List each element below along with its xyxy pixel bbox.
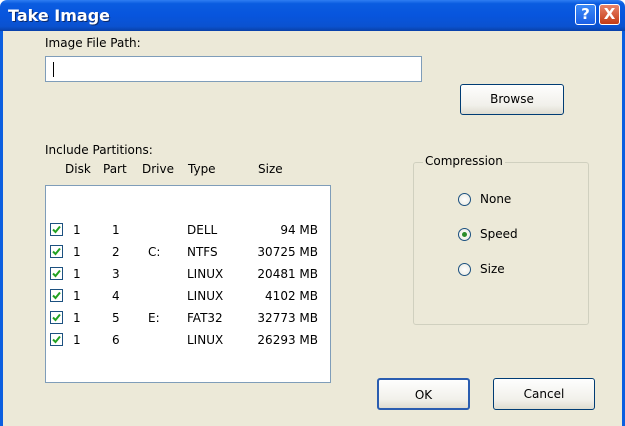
partition-size: 30725 MB <box>257 245 318 259</box>
cancel-button[interactable]: Cancel <box>493 378 595 410</box>
partition-row[interactable]: 1 1 DELL 94 MB <box>46 221 330 241</box>
partition-checkbox[interactable] <box>50 223 63 236</box>
image-path-input[interactable] <box>45 56 422 82</box>
partition-checkbox[interactable] <box>50 333 63 346</box>
take-image-dialog: Take Image ? X Image File Path: Browse I… <box>0 0 625 426</box>
include-partitions-label: Include Partitions: <box>45 143 153 157</box>
partition-disk: 1 <box>73 267 81 281</box>
checkmark-icon <box>52 291 61 300</box>
partition-part: 1 <box>112 223 120 237</box>
partition-type: DELL <box>187 223 218 237</box>
partition-row[interactable]: 1 6 LINUX 26293 MB <box>46 331 330 351</box>
radio-button-speed[interactable] <box>458 228 471 241</box>
checkmark-icon <box>52 313 61 322</box>
partition-type: FAT32 <box>187 311 223 325</box>
partition-checkbox[interactable] <box>50 267 63 280</box>
compression-group: Compression None Speed Size <box>413 154 589 325</box>
title-bar: Take Image ? X <box>0 0 625 31</box>
checkmark-icon <box>52 335 61 344</box>
column-header-drive: Drive <box>142 162 174 176</box>
partition-type: LINUX <box>187 267 224 281</box>
image-path-label: Image File Path: <box>45 36 141 50</box>
partition-row[interactable]: 1 2 C: NTFS 30725 MB <box>46 243 330 263</box>
checkmark-icon <box>52 269 61 278</box>
column-header-size: Size <box>258 162 283 176</box>
compression-group-title: Compression <box>423 154 505 168</box>
partition-checkbox[interactable] <box>50 289 63 302</box>
partition-disk: 1 <box>73 245 81 259</box>
partition-drive: C: <box>148 245 161 259</box>
column-header-type: Type <box>188 162 216 176</box>
browse-button[interactable]: Browse <box>460 84 564 115</box>
compression-option-none[interactable]: None <box>458 192 558 210</box>
column-header-part: Part <box>103 162 127 176</box>
partition-size: 32773 MB <box>257 311 318 325</box>
partition-size: 26293 MB <box>257 333 318 347</box>
radio-button-size[interactable] <box>458 263 471 276</box>
partition-disk: 1 <box>73 289 81 303</box>
checkmark-icon <box>52 247 61 256</box>
text-caret <box>53 62 54 77</box>
column-header-disk: Disk <box>65 162 91 176</box>
partition-type: LINUX <box>187 289 224 303</box>
partition-checkbox[interactable] <box>50 311 63 324</box>
partition-part: 2 <box>112 245 120 259</box>
partition-disk: 1 <box>73 311 81 325</box>
partition-type: NTFS <box>187 245 218 259</box>
partition-type: LINUX <box>187 333 224 347</box>
partition-size: 4102 MB <box>265 289 318 303</box>
partition-part: 6 <box>112 333 120 347</box>
window-title: Take Image <box>8 6 111 25</box>
partition-part: 3 <box>112 267 120 281</box>
radio-button-none[interactable] <box>458 193 471 206</box>
partition-drive: E: <box>148 311 160 325</box>
partition-list[interactable]: 1 1 DELL 94 MB 1 2 C: NTFS 30725 MB 1 3 … <box>45 185 331 383</box>
close-button[interactable]: X <box>599 4 620 25</box>
partition-part: 5 <box>112 311 120 325</box>
partition-row[interactable]: 1 5 E: FAT32 32773 MB <box>46 309 330 329</box>
partition-row[interactable]: 1 4 LINUX 4102 MB <box>46 287 330 307</box>
ok-button[interactable]: OK <box>377 378 470 410</box>
partition-disk: 1 <box>73 333 81 347</box>
question-mark-icon: ? <box>581 5 590 23</box>
partition-part: 4 <box>112 289 120 303</box>
partition-checkbox[interactable] <box>50 245 63 258</box>
close-icon: X <box>603 5 616 23</box>
compression-option-speed[interactable]: Speed <box>458 227 558 245</box>
help-button[interactable]: ? <box>575 4 596 25</box>
partition-size: 94 MB <box>280 223 318 237</box>
partition-disk: 1 <box>73 223 81 237</box>
checkmark-icon <box>52 225 61 234</box>
compression-option-size[interactable]: Size <box>458 262 558 280</box>
partition-row[interactable]: 1 3 LINUX 20481 MB <box>46 265 330 285</box>
partition-size: 20481 MB <box>257 267 318 281</box>
